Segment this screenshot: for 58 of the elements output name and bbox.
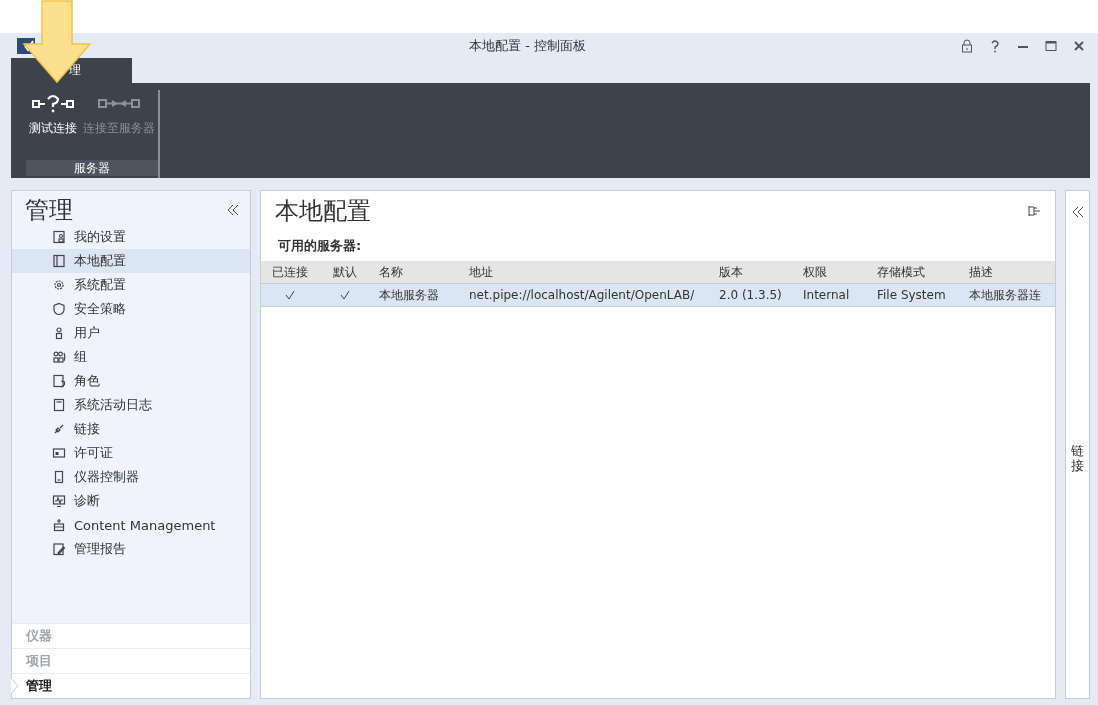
local-icon [52,254,66,268]
sidebar-item[interactable]: 系统活动日志 [12,393,250,417]
panel-title: 管理 [25,195,73,226]
sidebar-item[interactable]: 许可证 [12,441,250,465]
shield-icon [52,302,66,316]
table-cell-text: Internal [802,288,851,302]
table-cell-text: 本地服务器连 [968,286,1042,304]
column-header[interactable]: 版本 [711,263,795,281]
table-cell-text: 本地服务器 [378,286,440,304]
section-label: 可用的服务器: [277,237,363,255]
column-header[interactable]: 存储模式 [869,263,961,281]
column-header[interactable]: 描述 [961,263,1055,281]
link-icon [52,422,66,436]
sidebar-item[interactable]: Content Management [12,513,250,537]
lock-icon[interactable] [960,38,974,53]
device-icon [52,470,66,484]
sidebar-item[interactable]: 诊断 [12,489,250,513]
side-tab-label[interactable]: 链接 [1071,444,1084,473]
pin-icon[interactable] [1027,205,1041,217]
page-title: 本地配置 [275,196,371,227]
collapse-icon[interactable] [226,203,240,217]
table-cell-text: File System [876,288,947,302]
connection-question-icon [31,94,75,114]
sidebar-item[interactable]: 管理报告 [12,537,250,561]
nav-item[interactable]: 管理 [12,673,250,698]
settings-icon [52,230,66,244]
sidebar-item[interactable]: 用户 [12,321,250,345]
content-icon [52,518,66,532]
window-title: 本地配置 - 控制面板 [468,36,586,55]
maximize-icon[interactable] [1044,38,1058,53]
table-cell-text: 2.0 (1.3.5) [718,288,783,302]
close-icon[interactable] [1072,38,1086,53]
column-header[interactable]: 地址 [461,263,711,281]
group-icon [52,350,66,364]
sidebar-item[interactable]: 我的设置 [12,225,250,249]
sidebar-item[interactable]: 安全策略 [12,297,250,321]
column-header[interactable]: 已连接 [261,263,319,281]
column-header[interactable]: 权限 [795,263,869,281]
column-header[interactable]: 名称 [371,263,461,281]
license-icon [52,446,66,460]
sidebar-item[interactable]: 链接 [12,417,250,441]
report-icon [52,542,66,556]
sidebar-item[interactable]: 本地配置 [12,249,250,273]
monitor-icon [52,494,66,508]
role-icon [52,374,66,388]
table-cell-text: net.pipe://localhost/Agilent/OpenLAB/ [468,288,696,302]
group-label: 服务器 [26,160,158,176]
arrow-icon [22,0,92,84]
ribbon-button[interactable]: 测试连接 [26,90,80,160]
table-row[interactable]: 本地服务器 net.pipe://localhost/Agilent/OpenLAB/ 2.0 (1.3.5) Internal File System 本地服务器连 [261,284,1055,307]
log-icon [52,398,66,412]
sidebar-item[interactable]: 系统配置 [12,273,250,297]
sidebar-item[interactable]: 仪器控制器 [12,465,250,489]
sidebar-item[interactable]: 角色 [12,369,250,393]
sidebar-item[interactable]: 组 [12,345,250,369]
gear-icon [52,278,66,292]
expand-icon[interactable] [1070,205,1085,219]
column-header[interactable]: 默认 [319,263,371,281]
